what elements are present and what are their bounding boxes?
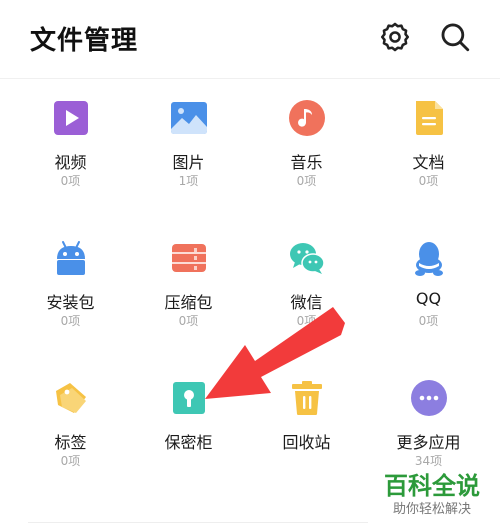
- trash-icon: [288, 379, 326, 417]
- category-count: 0项: [60, 454, 81, 468]
- category-label: 视频: [54, 153, 87, 172]
- category-qq[interactable]: QQ 0项: [366, 219, 491, 339]
- music-icon: [288, 99, 326, 137]
- app-header: 文件管理: [0, 0, 500, 78]
- category-count: 1项: [178, 174, 199, 188]
- category-wechat[interactable]: 微信 0项: [244, 219, 369, 339]
- video-icon: [52, 99, 90, 137]
- category-recycle-bin[interactable]: 回收站: [244, 359, 369, 479]
- category-count: 0项: [418, 174, 439, 188]
- image-icon: [170, 99, 208, 137]
- category-label: 标签: [54, 433, 87, 452]
- document-icon: [410, 99, 448, 137]
- category-tags[interactable]: 标签 0项: [8, 359, 133, 479]
- category-count: 0项: [296, 174, 317, 188]
- category-label: 压缩包: [164, 293, 213, 312]
- tag-icon: [52, 379, 90, 417]
- android-icon: [52, 239, 90, 277]
- category-label: 更多应用: [396, 433, 461, 452]
- wechat-icon: [288, 239, 326, 277]
- category-label: 图片: [172, 153, 205, 172]
- safe-icon: [170, 379, 208, 417]
- more-icon: [410, 379, 448, 417]
- bottom-divider: [28, 522, 368, 523]
- category-grid: 视频 0项 图片 1项 音乐 0项 文档 0项 安装包 0项 压缩包 0项 微信…: [0, 79, 500, 527]
- page-title: 文件管理: [30, 26, 139, 56]
- category-music[interactable]: 音乐 0项: [244, 79, 369, 199]
- qq-icon: [410, 239, 448, 277]
- category-label: 文档: [412, 153, 445, 172]
- category-archive[interactable]: 压缩包 0项: [126, 219, 251, 339]
- watermark: 百科全说 助你轻松解决: [372, 466, 492, 520]
- search-button[interactable]: [438, 20, 472, 54]
- category-label: QQ: [415, 289, 442, 308]
- category-label: 回收站: [282, 433, 331, 452]
- category-count: 0项: [418, 314, 439, 328]
- category-count: 0项: [296, 314, 317, 328]
- settings-button[interactable]: [378, 20, 412, 54]
- watermark-subtitle: 助你轻松解决: [392, 502, 471, 517]
- category-label: 微信: [290, 293, 323, 312]
- category-label: 安装包: [46, 293, 95, 312]
- category-count: 0项: [60, 314, 81, 328]
- category-more-apps[interactable]: 更多应用 34项: [366, 359, 491, 479]
- category-apk[interactable]: 安装包 0项: [8, 219, 133, 339]
- category-label: 保密柜: [164, 433, 213, 452]
- watermark-title: 百科全说: [384, 472, 480, 500]
- archive-icon: [170, 239, 208, 277]
- category-count: 0项: [60, 174, 81, 188]
- category-label: 音乐: [290, 153, 323, 172]
- gear-icon: [380, 22, 410, 52]
- category-safe[interactable]: 保密柜: [126, 359, 251, 479]
- search-icon: [441, 23, 470, 52]
- category-document[interactable]: 文档 0项: [366, 79, 491, 199]
- category-count: 0项: [178, 314, 199, 328]
- category-image[interactable]: 图片 1项: [126, 79, 251, 199]
- category-video[interactable]: 视频 0项: [8, 79, 133, 199]
